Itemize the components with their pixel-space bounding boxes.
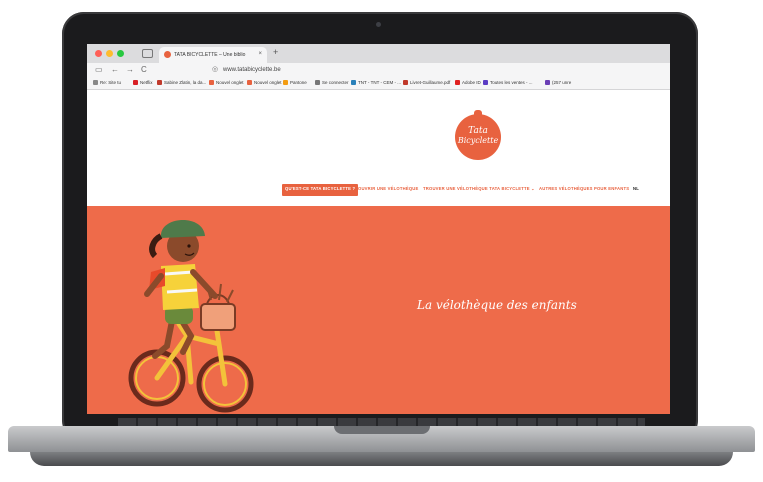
bookmarks-bar: Re: Site tu Netflix Sabine Zlatin, la da..… bbox=[87, 77, 670, 90]
hero-banner bbox=[87, 206, 670, 414]
bookmark-item[interactable]: Livret-Guillaume.pdf bbox=[403, 80, 450, 85]
sidebar-toggle-icon[interactable] bbox=[142, 49, 153, 58]
bookmark-label: Nouvel onglet bbox=[254, 80, 282, 85]
reload-button[interactable]: C bbox=[141, 65, 147, 75]
forward-button[interactable]: → bbox=[126, 65, 134, 75]
browser-window: TATA BICYCLETTE – Une biblio × + ▭ ← → C… bbox=[87, 44, 670, 414]
bookmark-label: (257 unre bbox=[552, 80, 572, 85]
site-logo[interactable]: Tata Bicyclette bbox=[455, 110, 501, 160]
laptop-base-lip bbox=[30, 452, 733, 466]
camera-icon bbox=[376, 22, 381, 27]
laptop-mockup: TATA BICYCLETTE – Une biblio × + ▭ ← → C… bbox=[0, 0, 763, 482]
bookmark-favicon-icon bbox=[545, 80, 550, 85]
browser-toolbar: ▭ ← → C ◎ www.tatabicyclette.be bbox=[87, 63, 670, 77]
minimize-window-button[interactable] bbox=[106, 50, 113, 57]
sidebar-icon[interactable]: ▭ bbox=[95, 65, 103, 75]
bookmark-label: Re: Site tu bbox=[100, 80, 122, 85]
tab-close-icon[interactable]: × bbox=[258, 51, 262, 57]
bookmark-item[interactable]: Toutes les ventes - ... bbox=[483, 80, 533, 85]
bookmark-label: Adobe ID bbox=[462, 80, 481, 85]
bookmark-favicon-icon bbox=[283, 80, 288, 85]
tab-tatabicyclette[interactable]: TATA BICYCLETTE – Une biblio × bbox=[159, 47, 267, 63]
tab-title: TATA BICYCLETTE – Une biblio bbox=[174, 52, 246, 58]
address-bar[interactable]: ◎ www.tatabicyclette.be bbox=[212, 65, 512, 75]
nav-item-qu-est-ce[interactable]: QU'EST-CE TATA BICYCLETTE ? bbox=[282, 184, 359, 196]
favicon-icon bbox=[164, 51, 171, 58]
bookmark-favicon-icon bbox=[157, 80, 162, 85]
language-switch-nl[interactable]: NL bbox=[633, 186, 639, 194]
bookmark-label: TNT - TNT - CEM - ... bbox=[358, 80, 401, 85]
bookmark-favicon-icon bbox=[403, 80, 408, 85]
bookmark-item[interactable]: Netflix bbox=[133, 80, 153, 85]
bookmark-item[interactable]: Se connecter bbox=[315, 80, 349, 85]
address-url: www.tatabicyclette.be bbox=[223, 67, 281, 73]
bookmark-favicon-icon bbox=[483, 80, 488, 85]
child-on-bicycle-illustration bbox=[128, 220, 254, 413]
bookmark-favicon-icon bbox=[133, 80, 138, 85]
bookmark-item[interactable]: Pantone bbox=[283, 80, 307, 85]
back-button[interactable]: ← bbox=[111, 65, 119, 75]
bookmark-item[interactable]: Nouvel onglet bbox=[247, 80, 282, 85]
bookmark-favicon-icon bbox=[209, 80, 214, 85]
close-window-button[interactable] bbox=[95, 50, 102, 57]
site-info-icon[interactable]: ◎ bbox=[212, 65, 218, 73]
bookmark-label: Pantone bbox=[290, 80, 307, 85]
bookmark-label: Netflix bbox=[140, 80, 153, 85]
bookmark-favicon-icon bbox=[455, 80, 460, 85]
bookmark-favicon-icon bbox=[351, 80, 356, 85]
bookmark-favicon-icon bbox=[247, 80, 252, 85]
logo-text-bicyclette: Bicyclette bbox=[457, 136, 499, 145]
bookmark-item[interactable]: Nouvel onglet bbox=[209, 80, 244, 85]
bookmark-favicon-icon bbox=[315, 80, 320, 85]
bell-icon bbox=[474, 110, 482, 116]
nav-item-ouvrir[interactable]: OUVRIR UNE VÉLOTHÈQUE bbox=[358, 186, 419, 194]
bookmark-item[interactable]: TNT - TNT - CEM - ... bbox=[351, 80, 401, 85]
hero-tagline: La vélothèque des enfants bbox=[417, 298, 577, 312]
laptop-notch bbox=[334, 426, 430, 434]
maximize-window-button[interactable] bbox=[117, 50, 124, 57]
bookmark-label: Se connecter bbox=[322, 80, 349, 85]
bookmark-label: Toutes les ventes - ... bbox=[490, 80, 533, 85]
bookmark-item[interactable]: Re: Site tu bbox=[93, 80, 121, 85]
bookmark-item[interactable]: (257 unre bbox=[545, 80, 571, 85]
new-tab-button[interactable]: + bbox=[273, 47, 278, 57]
bookmark-label: Nouvel onglet bbox=[216, 80, 244, 85]
bookmark-label: Livret-Guillaume.pdf bbox=[410, 80, 451, 85]
bookmark-label: Sabine Zlatin, la da... bbox=[164, 80, 207, 85]
tab-bar: TATA BICYCLETTE – Une biblio × + bbox=[87, 44, 670, 63]
bookmark-item[interactable]: Sabine Zlatin, la da... bbox=[157, 80, 206, 85]
bookmark-favicon-icon bbox=[93, 80, 98, 85]
nav-item-autres[interactable]: AUTRES VÉLOTHÈQUES POUR ENFANTS bbox=[539, 186, 629, 194]
bookmark-item[interactable]: Adobe ID bbox=[455, 80, 481, 85]
logo-text-tata: Tata bbox=[468, 126, 488, 136]
nav-item-trouver[interactable]: TROUVER UNE VÉLOTHÈQUE TATA BICYCLETTE ⌄ bbox=[423, 186, 535, 194]
